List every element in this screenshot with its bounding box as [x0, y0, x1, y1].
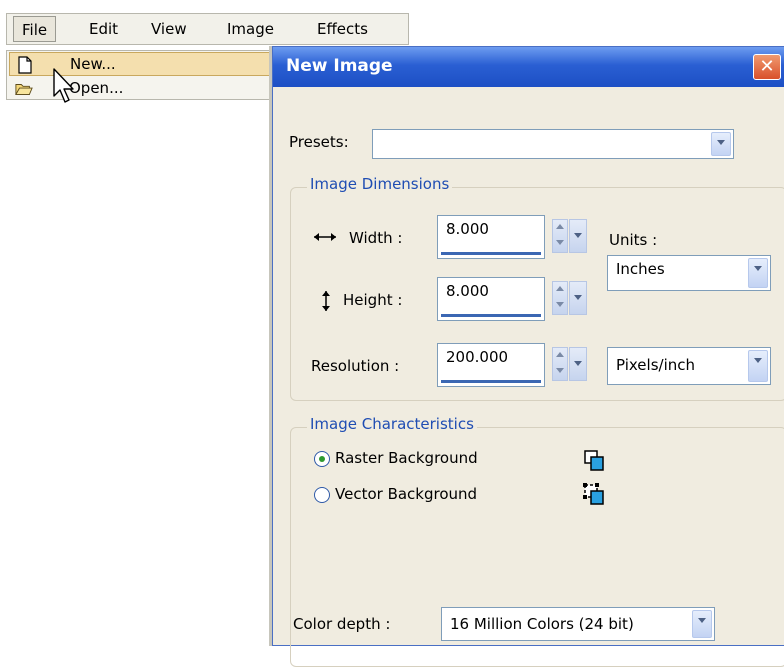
height-arrows-icon — [322, 291, 330, 311]
height-value: 8.000 — [446, 282, 489, 300]
resolution-units-value: Pixels/inch — [616, 356, 695, 374]
units-select[interactable]: Inches — [607, 255, 771, 291]
width-label: Width : — [349, 229, 403, 247]
chevron-down-icon[interactable] — [569, 281, 587, 315]
resolution-value: 200.000 — [446, 348, 509, 366]
spin-up-down-icon[interactable] — [552, 219, 568, 253]
units-value: Inches — [616, 260, 665, 278]
new-image-dialog: New Image ✕ Presets: Image Dimensions Wi… — [272, 46, 784, 667]
menu-effects[interactable]: Effects — [317, 20, 368, 38]
close-button[interactable]: ✕ — [753, 54, 781, 80]
chevron-down-icon[interactable] — [748, 258, 768, 288]
mouse-pointer-icon — [53, 68, 74, 103]
menu-file[interactable]: File — [13, 16, 57, 42]
vector-layer-icon — [583, 483, 604, 505]
dialog-title-bar[interactable]: New Image ✕ — [273, 47, 784, 87]
resolution-spinner[interactable] — [552, 347, 590, 385]
width-arrows-icon — [314, 233, 336, 241]
new-document-icon — [18, 56, 32, 74]
raster-background-label[interactable]: Raster Background — [335, 449, 478, 467]
raster-background-radio[interactable] — [314, 451, 330, 467]
menu-image[interactable]: Image — [227, 20, 274, 38]
file-menu-dropdown: New... Open... — [6, 50, 291, 100]
chevron-down-icon[interactable] — [692, 610, 712, 638]
menu-item-new-label: New... — [70, 55, 116, 73]
height-slider-bar[interactable] — [441, 314, 541, 317]
image-dimensions-title: Image Dimensions — [307, 175, 453, 193]
height-input[interactable]: 8.000 — [437, 277, 545, 321]
menu-view[interactable]: View — [151, 20, 187, 38]
menu-bar: File Edit View Image Effects — [6, 13, 409, 45]
dialog-title: New Image — [286, 56, 393, 76]
color-depth-select[interactable]: 16 Million Colors (24 bit) — [441, 607, 715, 641]
resolution-units-select[interactable]: Pixels/inch — [607, 347, 771, 385]
width-spinner[interactable] — [552, 219, 590, 257]
resolution-input[interactable]: 200.000 — [437, 343, 545, 387]
resolution-slider-bar[interactable] — [441, 380, 541, 383]
spin-up-down-icon[interactable] — [552, 281, 568, 315]
color-depth-value: 16 Million Colors (24 bit) — [450, 615, 634, 633]
chevron-down-icon[interactable] — [569, 347, 587, 381]
close-icon: ✕ — [759, 56, 775, 77]
height-label: Height : — [343, 291, 403, 309]
chevron-down-icon[interactable] — [748, 350, 768, 382]
color-depth-label: Color depth : — [293, 615, 391, 633]
presets-label: Presets: — [289, 133, 349, 151]
chevron-down-icon[interactable] — [711, 132, 731, 156]
raster-layer-icon — [584, 450, 604, 471]
menu-item-new[interactable]: New... — [9, 52, 288, 76]
menu-item-open-label: Open... — [69, 79, 124, 97]
width-slider-bar[interactable] — [441, 252, 541, 255]
width-input[interactable]: 8.000 — [437, 215, 545, 259]
resolution-label: Resolution : — [311, 357, 400, 375]
spin-up-down-icon[interactable] — [552, 347, 568, 381]
menu-item-open[interactable]: Open... — [9, 77, 288, 101]
chevron-down-icon[interactable] — [569, 219, 587, 253]
presets-select[interactable] — [372, 129, 734, 159]
vector-background-radio[interactable] — [314, 487, 330, 503]
units-label: Units : — [609, 231, 658, 249]
vector-background-label[interactable]: Vector Background — [335, 485, 477, 503]
width-value: 8.000 — [446, 220, 489, 238]
height-spinner[interactable] — [552, 281, 590, 319]
image-characteristics-title: Image Characteristics — [307, 415, 477, 433]
open-folder-icon — [15, 84, 33, 95]
menu-edit[interactable]: Edit — [89, 20, 118, 38]
